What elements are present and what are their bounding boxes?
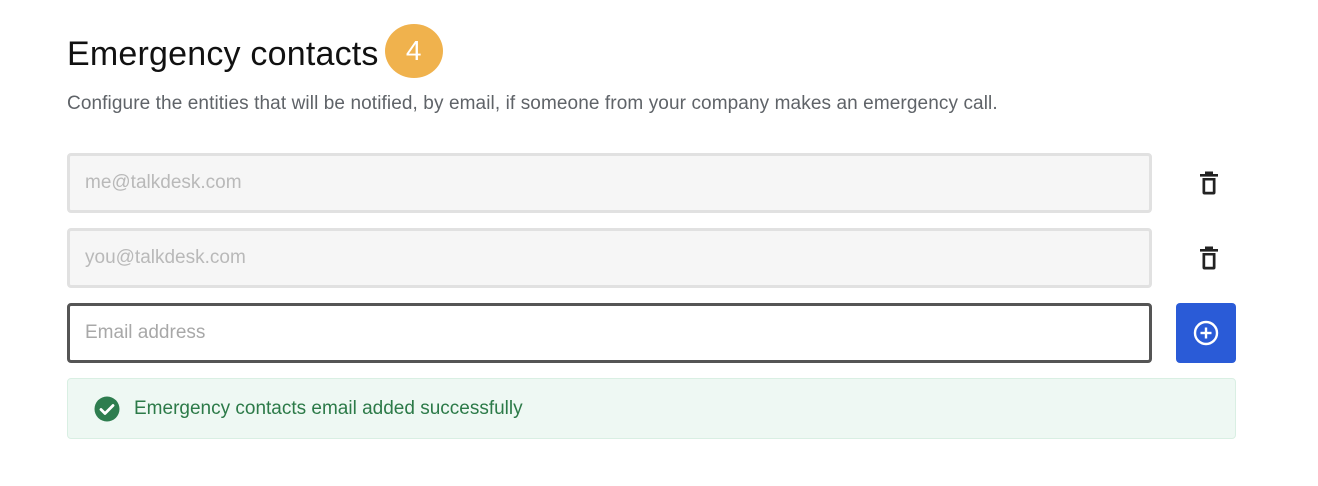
section-description: Configure the entities that will be noti… <box>67 93 998 114</box>
email-address-input[interactable] <box>67 303 1152 363</box>
new-contact-row <box>67 303 1237 363</box>
delete-contact-button[interactable] <box>1179 228 1239 288</box>
check-circle-icon <box>94 396 120 421</box>
emergency-contacts-section: Emergency contacts 4 Configure the entit… <box>67 24 1237 439</box>
step-badge: 4 <box>384 24 443 78</box>
page-title: Emergency contacts <box>67 34 379 73</box>
trash-icon <box>1200 246 1218 270</box>
plus-circle-icon <box>1193 320 1219 346</box>
contact-email-field[interactable]: me@talkdesk.com <box>67 153 1152 213</box>
contact-row: you@talkdesk.com <box>67 228 1237 288</box>
contact-row: me@talkdesk.com <box>67 153 1237 213</box>
delete-contact-button[interactable] <box>1179 153 1239 213</box>
success-alert: Emergency contacts email added successfu… <box>67 378 1236 439</box>
contact-email-field[interactable]: you@talkdesk.com <box>67 228 1152 288</box>
add-contact-button[interactable] <box>1176 303 1236 363</box>
title-row: Emergency contacts 4 <box>67 24 1237 82</box>
alert-message: Emergency contacts email added successfu… <box>134 397 523 419</box>
trash-icon <box>1200 171 1218 195</box>
